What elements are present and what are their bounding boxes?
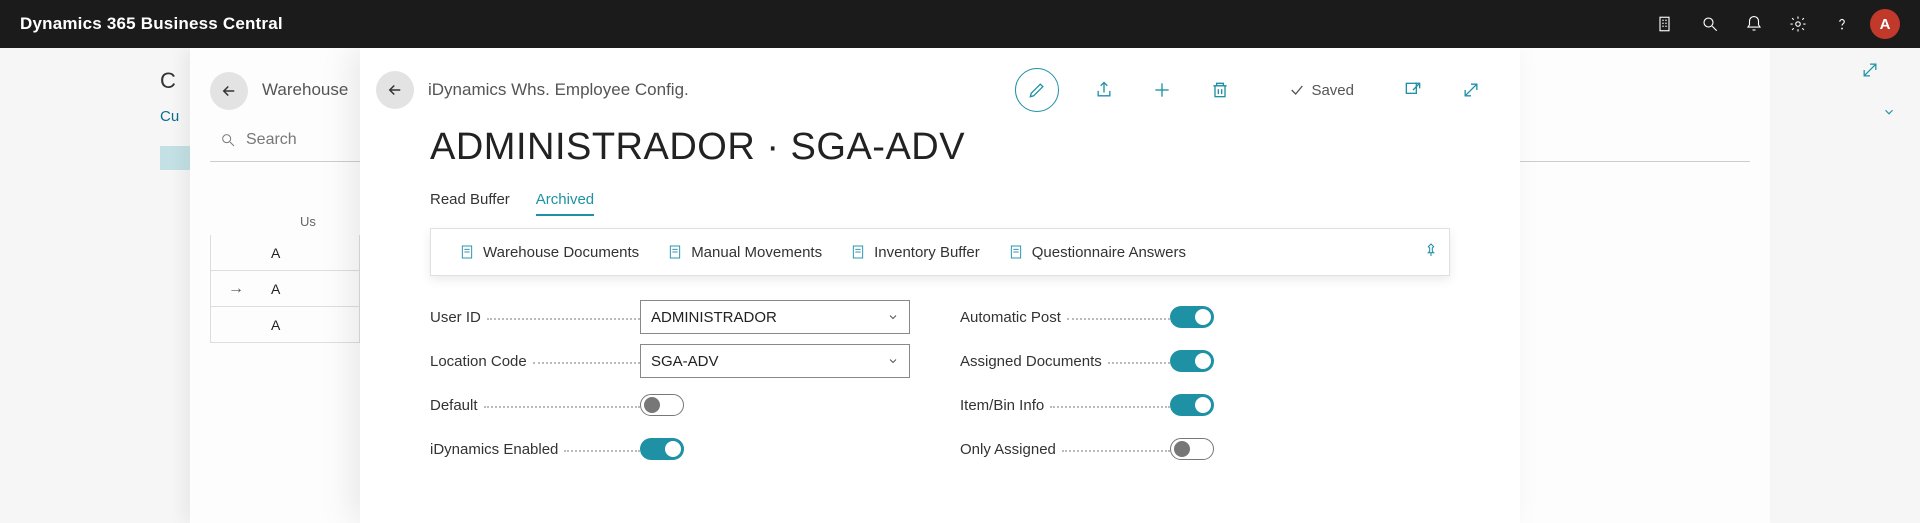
- label-idynamics-enabled: iDynamics Enabled: [430, 441, 562, 458]
- label-default: Default: [430, 397, 482, 414]
- default-toggle[interactable]: [640, 394, 684, 416]
- search-icon[interactable]: [1688, 0, 1732, 48]
- list-table: Us A →A A: [210, 208, 360, 343]
- popout-icon[interactable]: [1384, 70, 1442, 110]
- settings-icon[interactable]: [1776, 0, 1820, 48]
- new-icon[interactable]: [1133, 70, 1191, 110]
- action-bar: Warehouse Documents Manual Movements Inv…: [430, 228, 1450, 276]
- table-row[interactable]: A: [210, 235, 360, 271]
- form-grid: User ID ADMINISTRADOR Location Code SGA-…: [360, 276, 1520, 464]
- bg-nav-fragment: Cu: [160, 108, 179, 125]
- table-row[interactable]: A: [210, 307, 360, 343]
- user-avatar[interactable]: A: [1870, 9, 1900, 39]
- assigned-documents-toggle[interactable]: [1170, 350, 1214, 372]
- bg-title-fragment: C: [160, 68, 176, 94]
- edit-button[interactable]: [1015, 68, 1059, 112]
- item-bin-info-toggle[interactable]: [1170, 394, 1214, 416]
- save-status: Saved: [1289, 82, 1354, 99]
- label-assigned-documents: Assigned Documents: [960, 353, 1106, 370]
- notifications-icon[interactable]: [1732, 0, 1776, 48]
- record-card: iDynamics Whs. Employee Config. Saved AD…: [360, 48, 1520, 523]
- page-title: ADMINISTRADOR · SGA-ADV: [360, 120, 1520, 181]
- expand-icon[interactable]: [1860, 60, 1880, 85]
- pin-icon[interactable]: [1423, 242, 1439, 263]
- action-warehouse-documents[interactable]: Warehouse Documents: [445, 229, 653, 275]
- app-header: Dynamics 365 Business Central A: [0, 0, 1920, 48]
- help-icon[interactable]: [1820, 0, 1864, 48]
- automatic-post-toggle[interactable]: [1170, 306, 1214, 328]
- table-row[interactable]: →A: [210, 271, 360, 307]
- back-button[interactable]: [376, 71, 414, 109]
- user-id-select[interactable]: ADMINISTRADOR: [640, 300, 910, 334]
- label-user-id: User ID: [430, 309, 485, 326]
- location-code-select[interactable]: SGA-ADV: [640, 344, 910, 378]
- search-placeholder: Search: [246, 131, 297, 149]
- action-inventory-buffer[interactable]: Inventory Buffer: [836, 229, 994, 275]
- tab-archived[interactable]: Archived: [536, 191, 594, 216]
- tab-read-buffer[interactable]: Read Buffer: [430, 191, 510, 216]
- action-questionnaire-answers[interactable]: Questionnaire Answers: [994, 229, 1200, 275]
- back-button[interactable]: [210, 72, 248, 110]
- environment-icon[interactable]: [1644, 0, 1688, 48]
- app-title: Dynamics 365 Business Central: [20, 14, 283, 34]
- label-automatic-post: Automatic Post: [960, 309, 1065, 326]
- breadcrumb: Warehouse: [262, 80, 348, 100]
- label-location-code: Location Code: [430, 353, 531, 370]
- only-assigned-toggle[interactable]: [1170, 438, 1214, 460]
- label-item-bin-info: Item/Bin Info: [960, 397, 1048, 414]
- expand-icon[interactable]: [1442, 70, 1500, 110]
- label-only-assigned: Only Assigned: [960, 441, 1060, 458]
- delete-icon[interactable]: [1191, 70, 1249, 110]
- share-icon[interactable]: [1075, 70, 1133, 110]
- idynamics-enabled-toggle[interactable]: [640, 438, 684, 460]
- breadcrumb: iDynamics Whs. Employee Config.: [428, 80, 689, 100]
- column-header: Us: [210, 208, 360, 235]
- tab-bar: Read Buffer Archived: [360, 181, 1520, 216]
- action-manual-movements[interactable]: Manual Movements: [653, 229, 836, 275]
- collapse-chevron-icon[interactable]: [1874, 100, 1904, 124]
